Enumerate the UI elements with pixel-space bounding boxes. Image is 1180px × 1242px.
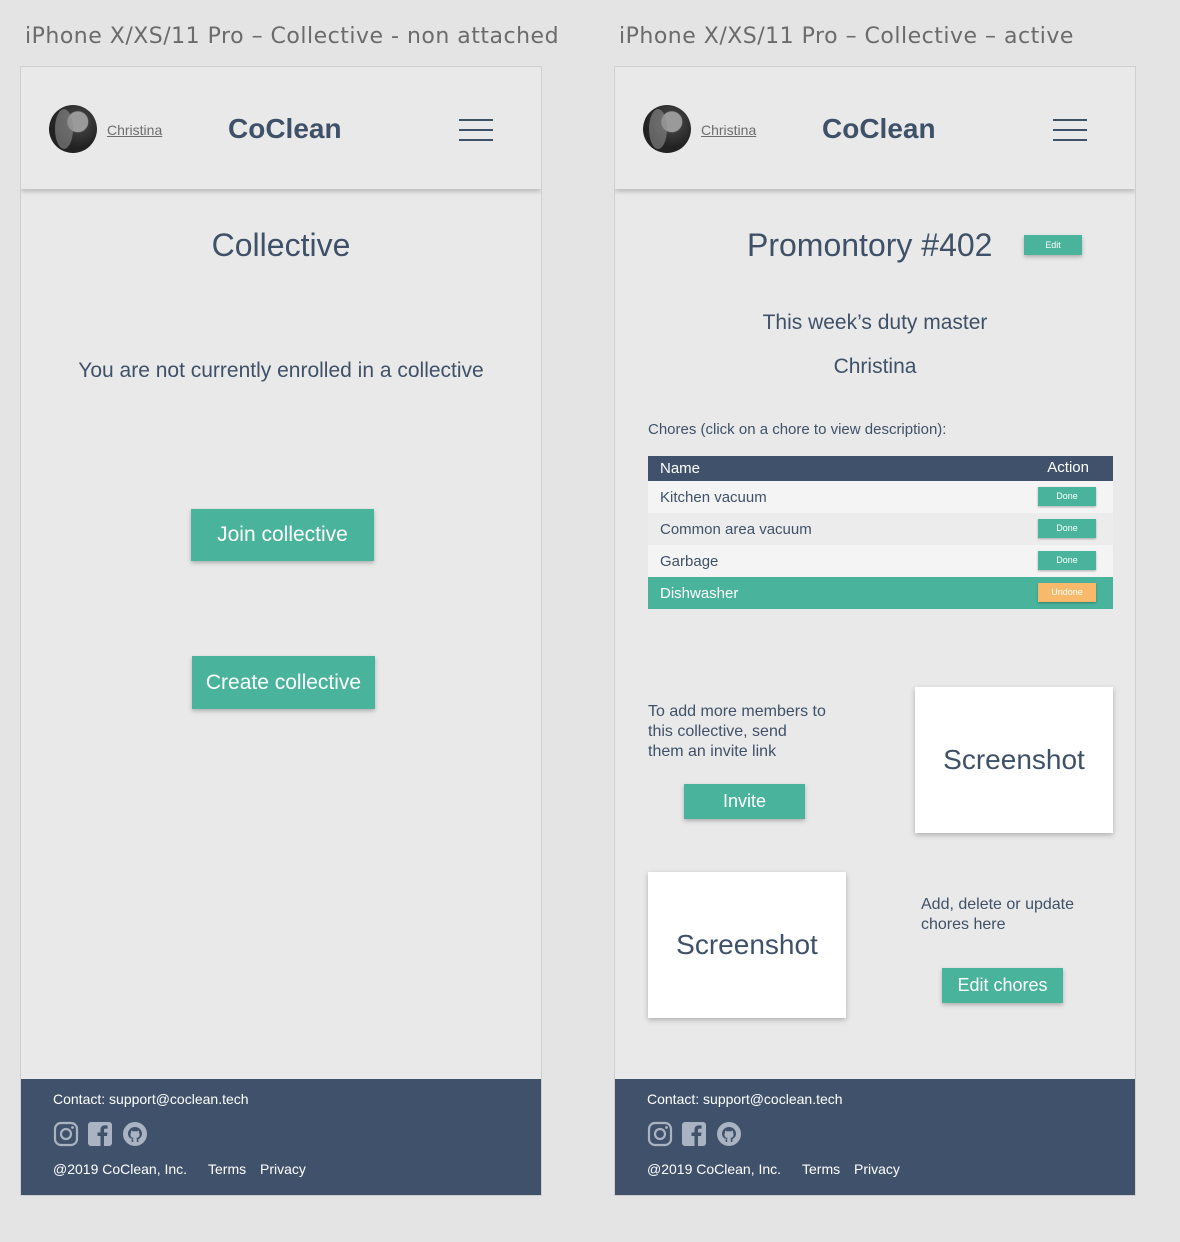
phone-non-attached: Christina CoClean Collective You are not… — [20, 66, 542, 1196]
edit-chores-text-line: Add, delete or update — [921, 896, 1075, 913]
avatar[interactable] — [643, 105, 691, 153]
privacy-link[interactable]: Privacy — [854, 1161, 900, 1177]
contact-email[interactable]: Contact: support@coclean.tech — [53, 1091, 249, 1107]
chores-table: Name Action Kitchen vacuum Done Common a… — [648, 456, 1113, 609]
facebook-icon[interactable] — [87, 1121, 113, 1147]
phone-active: Christina CoClean Promontory #402 Edit T… — [614, 66, 1136, 1196]
artboard-label-non-attached: iPhone X/XS/11 Pro – Collective - non at… — [25, 24, 560, 49]
screenshot-placeholder: Screenshot — [915, 687, 1113, 833]
done-button[interactable]: Done — [1038, 551, 1096, 570]
footer: Contact: support@coclean.tech @2019 CoCl… — [615, 1079, 1135, 1195]
brand-title: CoClean — [228, 113, 342, 144]
screenshot-placeholder: Screenshot — [648, 872, 846, 1018]
column-header-action: Action — [1047, 459, 1089, 476]
privacy-link[interactable]: Privacy — [260, 1161, 306, 1177]
done-button[interactable]: Done — [1038, 487, 1096, 506]
hamburger-menu-icon[interactable] — [459, 119, 493, 141]
table-row[interactable]: Common area vacuum Done — [648, 513, 1113, 545]
copyright-text: @2019 CoClean, Inc. — [53, 1161, 188, 1177]
edit-collective-button[interactable]: Edit — [1024, 235, 1082, 255]
chores-caption: Chores (click on a chore to view descrip… — [648, 421, 947, 438]
app-header: Christina CoClean — [615, 67, 1135, 189]
table-row[interactable]: Garbage Done — [648, 545, 1113, 577]
contact-email[interactable]: Contact: support@coclean.tech — [647, 1091, 843, 1107]
app-header: Christina CoClean — [21, 67, 541, 189]
copyright-text: @2019 CoClean, Inc. — [647, 1161, 782, 1177]
collective-title: Promontory #402 — [747, 227, 993, 263]
hamburger-menu-icon[interactable] — [1053, 119, 1087, 141]
table-row-selected[interactable]: Dishwasher Undone — [648, 577, 1113, 609]
table-row[interactable]: Kitchen vacuum Done — [648, 481, 1113, 513]
github-icon[interactable] — [122, 1121, 148, 1147]
terms-link[interactable]: Terms — [208, 1161, 246, 1177]
social-links — [53, 1121, 152, 1149]
undone-button[interactable]: Undone — [1038, 583, 1096, 602]
duty-master-heading: This week’s duty master — [762, 311, 988, 334]
invite-text-line: this collective, send — [648, 723, 787, 740]
create-collective-button[interactable]: Create collective — [192, 656, 375, 709]
join-collective-button[interactable]: Join collective — [191, 509, 374, 561]
done-button[interactable]: Done — [1038, 519, 1096, 538]
chore-name[interactable]: Common area vacuum — [660, 521, 812, 538]
edit-chores-description: Add, delete or update chores here — [921, 895, 1074, 935]
brand-title: CoClean — [822, 113, 936, 144]
footer: Contact: support@coclean.tech @2019 CoCl… — [21, 1079, 541, 1195]
username-link[interactable]: Christina — [701, 122, 756, 138]
chore-name[interactable]: Garbage — [660, 553, 718, 570]
chore-name[interactable]: Dishwasher — [660, 585, 738, 602]
instagram-icon[interactable] — [53, 1121, 79, 1147]
invite-text-line: them an invite link — [648, 743, 777, 760]
chore-name[interactable]: Kitchen vacuum — [660, 489, 767, 506]
table-header: Name Action — [648, 456, 1113, 481]
invite-text-line: To add more members to — [648, 703, 826, 720]
username-link[interactable]: Christina — [107, 122, 162, 138]
terms-link[interactable]: Terms — [802, 1161, 840, 1177]
edit-chores-button[interactable]: Edit chores — [942, 968, 1063, 1003]
invite-description: To add more members to this collective, … — [648, 702, 826, 762]
artboard-label-active: iPhone X/XS/11 Pro – Collective – active — [619, 24, 1074, 49]
social-links — [647, 1121, 746, 1149]
instagram-icon[interactable] — [647, 1121, 673, 1147]
github-icon[interactable] — [716, 1121, 742, 1147]
edit-chores-text-line: chores here — [921, 916, 1006, 933]
not-enrolled-message: You are not currently enrolled in a coll… — [78, 359, 484, 382]
duty-master-name: Christina — [833, 355, 917, 378]
page-title: Collective — [211, 227, 351, 263]
avatar[interactable] — [49, 105, 97, 153]
column-header-name: Name — [660, 460, 701, 477]
invite-button[interactable]: Invite — [684, 784, 805, 819]
facebook-icon[interactable] — [681, 1121, 707, 1147]
